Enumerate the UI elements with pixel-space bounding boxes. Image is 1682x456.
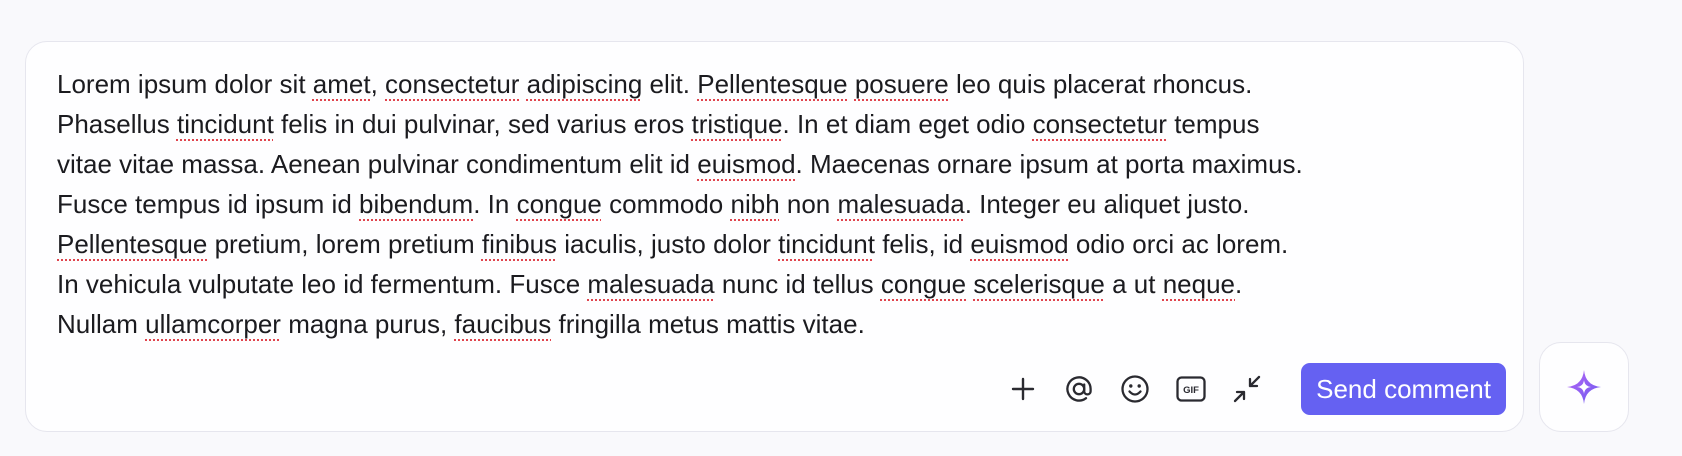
misspelled-word: neque	[1162, 269, 1236, 299]
misspelled-word: euismod	[970, 229, 1069, 259]
comment-composer[interactable]: Lorem ipsum dolor sit amet, consectetur …	[25, 41, 1524, 432]
misspelled-word: congue	[880, 269, 967, 299]
comment-text-segment: tempus	[1166, 109, 1260, 139]
add-attachment-button[interactable]	[1001, 367, 1045, 411]
comment-text-segment: magna purus,	[280, 309, 455, 339]
misspelled-word: finibus	[481, 229, 558, 259]
plus-icon	[1011, 377, 1035, 401]
gif-label: GIF	[1183, 385, 1199, 396]
send-comment-button[interactable]: Send comment	[1301, 363, 1506, 415]
comment-text-segment: iaculis, justo dolor	[557, 229, 779, 259]
misspelled-word: nibh	[730, 189, 780, 219]
misspelled-word: euismod	[697, 149, 796, 179]
misspelled-word: posuere	[854, 69, 949, 99]
comment-text-segment: Fusce tempus id ipsum id	[57, 189, 360, 219]
misspelled-word: congue	[516, 189, 602, 219]
comment-text-segment: .	[1235, 269, 1243, 299]
emoji-button[interactable]	[1113, 367, 1157, 411]
comment-text-segment: odio orci ac lorem.	[1068, 229, 1289, 259]
comment-line: Phasellus tincidunt felis in dui pulvina…	[57, 104, 1517, 144]
misspelled-word: Pellentesque	[697, 69, 848, 99]
misspelled-word: ullamcorper	[145, 309, 281, 339]
comment-text-segment: . In et diam eget odio	[782, 109, 1033, 139]
mention-button[interactable]	[1057, 367, 1101, 411]
misspelled-word: tristique	[691, 109, 783, 139]
comment-text-segment	[848, 69, 855, 99]
comment-text-segment: felis, id	[874, 229, 971, 259]
comment-text-segment: In vehicula vulputate leo id fermentum. …	[57, 269, 588, 299]
comment-line: Fusce tempus id ipsum id bibendum. In co…	[57, 184, 1517, 224]
comment-line: vitae vitae massa. Aenean pulvinar condi…	[57, 144, 1517, 184]
comment-text-segment: felis in dui pulvinar, sed varius eros	[273, 109, 692, 139]
collapse-button[interactable]	[1225, 367, 1269, 411]
misspelled-word: malesuada	[837, 189, 965, 219]
comment-text-segment: . In	[473, 189, 517, 219]
misspelled-word: bibendum	[359, 189, 474, 219]
smiley-icon	[1121, 375, 1149, 403]
comment-line: Pellentesque pretium, lorem pretium fini…	[57, 224, 1517, 264]
ai-assistant-button[interactable]	[1539, 342, 1629, 432]
comment-text-segment: non	[779, 189, 838, 219]
comment-text-segment: Lorem ipsum dolor sit	[57, 69, 313, 99]
misspelled-word: amet	[312, 69, 371, 99]
comment-text-segment: fringilla metus mattis vitae.	[551, 309, 865, 339]
gif-icon: GIF	[1176, 376, 1206, 402]
misspelled-word: tincidunt	[778, 229, 875, 259]
misspelled-word: faucibus	[454, 309, 552, 339]
comment-text-segment: . Maecenas ornare ipsum at porta maximus…	[795, 149, 1303, 179]
misspelled-word: consectetur	[1032, 109, 1167, 139]
composer-toolbar: GIF Send comment	[1001, 363, 1506, 415]
comment-text-segment: nunc id tellus	[714, 269, 881, 299]
comment-text-segment: . Integer eu aliquet justo.	[964, 189, 1250, 219]
comment-text-segment: Phasellus	[57, 109, 177, 139]
misspelled-word: malesuada	[587, 269, 715, 299]
gif-button[interactable]: GIF	[1169, 367, 1213, 411]
misspelled-word: consectetur	[385, 69, 520, 99]
sparkle-icon	[1567, 370, 1601, 404]
misspelled-word: Pellentesque	[57, 229, 208, 259]
comment-text-segment: ,	[370, 69, 386, 99]
comment-text-segment: commodo	[601, 189, 731, 219]
comment-line: Nullam ullamcorper magna purus, faucibus…	[57, 304, 1517, 344]
misspelled-word: scelerisque	[973, 269, 1105, 299]
comment-line: In vehicula vulputate leo id fermentum. …	[57, 264, 1517, 304]
comment-text-segment	[519, 69, 526, 99]
comment-text-segment: vitae vitae massa. Aenean pulvinar condi…	[57, 149, 698, 179]
at-sign-icon	[1066, 376, 1092, 402]
comment-text-segment: elit.	[642, 69, 698, 99]
comment-text-segment: Nullam	[57, 309, 146, 339]
minimize-arrows-icon	[1233, 375, 1261, 403]
comment-text-segment: pretium, lorem pretium	[207, 229, 482, 259]
comment-text-input[interactable]: Lorem ipsum dolor sit amet, consectetur …	[57, 64, 1517, 344]
comment-text-segment: a ut	[1104, 269, 1163, 299]
comment-text-segment: leo quis placerat rhoncus.	[948, 69, 1253, 99]
misspelled-word: tincidunt	[176, 109, 274, 139]
comment-line: Lorem ipsum dolor sit amet, consectetur …	[57, 64, 1517, 104]
misspelled-word: adipiscing	[526, 69, 643, 99]
